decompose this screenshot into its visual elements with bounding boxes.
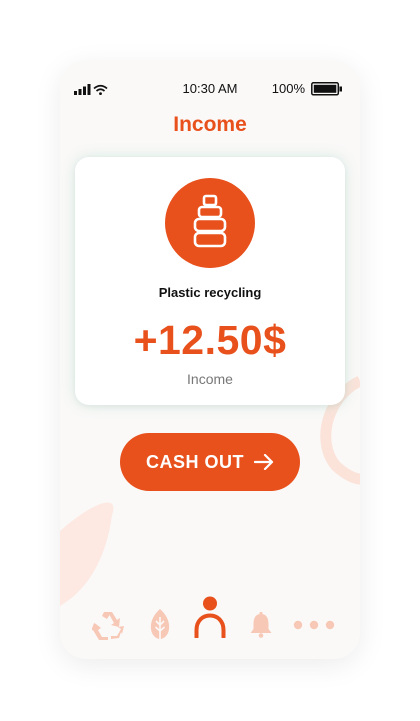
cash-out-label: CASH OUT [146,451,244,472]
bell-icon [250,612,272,638]
more-icon [293,620,335,630]
recycle-icon [92,612,124,640]
income-category: Plastic recycling [158,285,262,300]
bottom-nav [60,596,360,647]
phone-screen: 10:30 AM 100% Income Plastic recycling +… [60,61,360,659]
nav-item-leaf[interactable] [142,603,178,647]
income-card: Plastic recycling +12.50$ Income [75,157,345,405]
status-bar: 10:30 AM 100% [60,61,360,117]
battery-percent: 100% [271,81,305,96]
cash-out-button[interactable]: CASH OUT [120,433,300,491]
battery-icon [311,82,342,96]
page-title: Income [173,113,247,136]
nav-item-more[interactable] [292,603,336,647]
arrow-right-icon [254,454,274,470]
leaf-icon [150,609,170,642]
bottle-icon [193,194,227,248]
category-badge [165,178,255,268]
nav-item-recycle[interactable] [86,603,130,647]
nav-item-bell[interactable] [246,603,276,647]
nav-item-profile[interactable] [190,595,230,639]
profile-icon [194,596,226,638]
income-amount-label: Income [187,371,233,387]
income-amount: +12.50$ [133,317,287,363]
